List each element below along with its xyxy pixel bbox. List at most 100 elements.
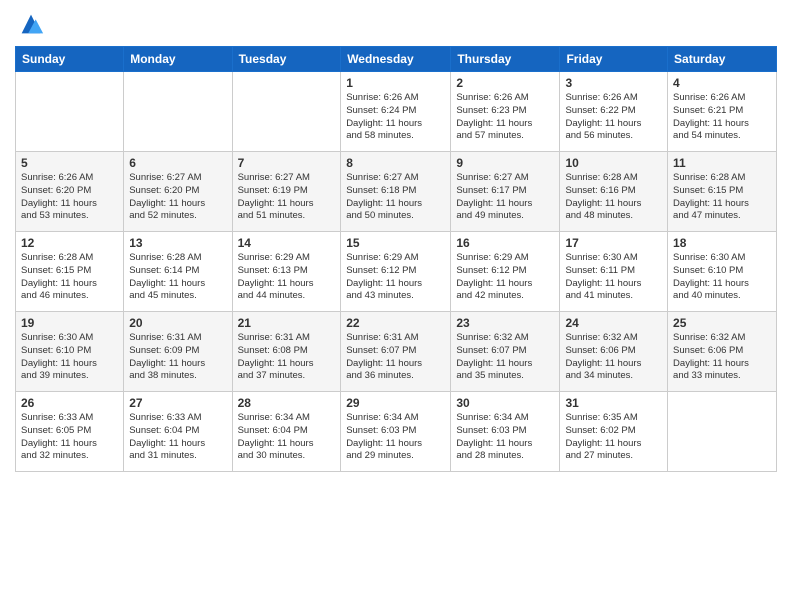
day-number: 1	[346, 76, 445, 90]
calendar-header-row: SundayMondayTuesdayWednesdayThursdayFrid…	[16, 47, 777, 72]
calendar-cell: 28 Sunrise: 6:34 AM Sunset: 6:04 PM Dayli…	[232, 392, 341, 472]
day-info: Sunrise: 6:28 AM Sunset: 6:15 PM Dayligh…	[21, 252, 118, 303]
calendar-header-tuesday: Tuesday	[232, 47, 341, 72]
day-info: Sunrise: 6:32 AM Sunset: 6:06 PM Dayligh…	[673, 332, 771, 383]
day-info: Sunrise: 6:28 AM Sunset: 6:15 PM Dayligh…	[673, 172, 771, 223]
day-number: 25	[673, 316, 771, 330]
day-info: Sunrise: 6:28 AM Sunset: 6:14 PM Dayligh…	[129, 252, 226, 303]
day-info: Sunrise: 6:27 AM Sunset: 6:20 PM Dayligh…	[129, 172, 226, 223]
calendar-cell: 24 Sunrise: 6:32 AM Sunset: 6:06 PM Dayli…	[560, 312, 668, 392]
day-number: 2	[456, 76, 554, 90]
calendar-cell: 11 Sunrise: 6:28 AM Sunset: 6:15 PM Dayli…	[668, 152, 777, 232]
calendar-header-wednesday: Wednesday	[341, 47, 451, 72]
calendar-header-friday: Friday	[560, 47, 668, 72]
calendar-table: SundayMondayTuesdayWednesdayThursdayFrid…	[15, 46, 777, 472]
calendar-week-row: 12 Sunrise: 6:28 AM Sunset: 6:15 PM Dayli…	[16, 232, 777, 312]
day-info: Sunrise: 6:27 AM Sunset: 6:17 PM Dayligh…	[456, 172, 554, 223]
day-info: Sunrise: 6:30 AM Sunset: 6:10 PM Dayligh…	[21, 332, 118, 383]
calendar-cell: 2 Sunrise: 6:26 AM Sunset: 6:23 PM Daylig…	[451, 72, 560, 152]
calendar-cell: 23Sunrise: 6:32 AM Sunset: 6:07 PM Dayli…	[451, 312, 560, 392]
day-info: Sunrise: 6:33 AM Sunset: 6:05 PM Dayligh…	[21, 412, 118, 463]
day-number: 24	[565, 316, 662, 330]
day-number: 17	[565, 236, 662, 250]
calendar-header-sunday: Sunday	[16, 47, 124, 72]
day-number: 14	[238, 236, 336, 250]
calendar-cell: 15 Sunrise: 6:29 AM Sunset: 6:12 PM Dayli…	[341, 232, 451, 312]
calendar-week-row: 26Sunrise: 6:33 AM Sunset: 6:05 PM Dayli…	[16, 392, 777, 472]
calendar-week-row: 19Sunrise: 6:30 AM Sunset: 6:10 PM Dayli…	[16, 312, 777, 392]
day-number: 7	[238, 156, 336, 170]
day-number: 23	[456, 316, 554, 330]
calendar-cell: 7 Sunrise: 6:27 AM Sunset: 6:19 PM Daylig…	[232, 152, 341, 232]
day-number: 28	[238, 396, 336, 410]
day-number: 6	[129, 156, 226, 170]
day-info: Sunrise: 6:27 AM Sunset: 6:18 PM Dayligh…	[346, 172, 445, 223]
day-number: 20	[129, 316, 226, 330]
calendar-cell: 31Sunrise: 6:35 AM Sunset: 6:02 PM Dayli…	[560, 392, 668, 472]
day-number: 4	[673, 76, 771, 90]
day-info: Sunrise: 6:29 AM Sunset: 6:12 PM Dayligh…	[456, 252, 554, 303]
calendar-cell: 20 Sunrise: 6:31 AM Sunset: 6:09 PM Dayli…	[124, 312, 232, 392]
calendar-header-saturday: Saturday	[668, 47, 777, 72]
day-info: Sunrise: 6:32 AM Sunset: 6:06 PM Dayligh…	[565, 332, 662, 383]
calendar-cell: 9 Sunrise: 6:27 AM Sunset: 6:17 PM Daylig…	[451, 152, 560, 232]
calendar-cell: 16Sunrise: 6:29 AM Sunset: 6:12 PM Dayli…	[451, 232, 560, 312]
day-info: Sunrise: 6:30 AM Sunset: 6:11 PM Dayligh…	[565, 252, 662, 303]
calendar-cell: 4 Sunrise: 6:26 AM Sunset: 6:21 PM Daylig…	[668, 72, 777, 152]
day-info: Sunrise: 6:34 AM Sunset: 6:04 PM Dayligh…	[238, 412, 336, 463]
day-number: 29	[346, 396, 445, 410]
day-info: Sunrise: 6:34 AM Sunset: 6:03 PM Dayligh…	[346, 412, 445, 463]
day-number: 27	[129, 396, 226, 410]
day-info: Sunrise: 6:29 AM Sunset: 6:13 PM Dayligh…	[238, 252, 336, 303]
day-number: 3	[565, 76, 662, 90]
calendar-cell: 8 Sunrise: 6:27 AM Sunset: 6:18 PM Daylig…	[341, 152, 451, 232]
page: SundayMondayTuesdayWednesdayThursdayFrid…	[0, 0, 792, 612]
day-number: 22	[346, 316, 445, 330]
calendar-cell: 18Sunrise: 6:30 AM Sunset: 6:10 PM Dayli…	[668, 232, 777, 312]
calendar-week-row: 1 Sunrise: 6:26 AM Sunset: 6:24 PM Daylig…	[16, 72, 777, 152]
calendar-cell: 27Sunrise: 6:33 AM Sunset: 6:04 PM Dayli…	[124, 392, 232, 472]
day-number: 30	[456, 396, 554, 410]
day-info: Sunrise: 6:27 AM Sunset: 6:19 PM Dayligh…	[238, 172, 336, 223]
day-number: 18	[673, 236, 771, 250]
day-number: 15	[346, 236, 445, 250]
header	[15, 10, 777, 38]
day-number: 21	[238, 316, 336, 330]
day-info: Sunrise: 6:28 AM Sunset: 6:16 PM Dayligh…	[565, 172, 662, 223]
day-info: Sunrise: 6:31 AM Sunset: 6:09 PM Dayligh…	[129, 332, 226, 383]
day-number: 12	[21, 236, 118, 250]
day-info: Sunrise: 6:29 AM Sunset: 6:12 PM Dayligh…	[346, 252, 445, 303]
day-info: Sunrise: 6:26 AM Sunset: 6:22 PM Dayligh…	[565, 92, 662, 143]
calendar-cell: 25 Sunrise: 6:32 AM Sunset: 6:06 PM Dayli…	[668, 312, 777, 392]
calendar-cell: 10 Sunrise: 6:28 AM Sunset: 6:16 PM Dayli…	[560, 152, 668, 232]
calendar-cell: 5 Sunrise: 6:26 AM Sunset: 6:20 PM Daylig…	[16, 152, 124, 232]
day-info: Sunrise: 6:26 AM Sunset: 6:21 PM Dayligh…	[673, 92, 771, 143]
day-info: Sunrise: 6:26 AM Sunset: 6:24 PM Dayligh…	[346, 92, 445, 143]
calendar-cell	[232, 72, 341, 152]
calendar-week-row: 5 Sunrise: 6:26 AM Sunset: 6:20 PM Daylig…	[16, 152, 777, 232]
logo-icon	[17, 10, 45, 38]
calendar-cell: 21Sunrise: 6:31 AM Sunset: 6:08 PM Dayli…	[232, 312, 341, 392]
calendar-cell: 1 Sunrise: 6:26 AM Sunset: 6:24 PM Daylig…	[341, 72, 451, 152]
day-number: 11	[673, 156, 771, 170]
calendar-cell: 30Sunrise: 6:34 AM Sunset: 6:03 PM Dayli…	[451, 392, 560, 472]
day-info: Sunrise: 6:26 AM Sunset: 6:23 PM Dayligh…	[456, 92, 554, 143]
calendar-cell: 19Sunrise: 6:30 AM Sunset: 6:10 PM Dayli…	[16, 312, 124, 392]
calendar-cell: 14 Sunrise: 6:29 AM Sunset: 6:13 PM Dayli…	[232, 232, 341, 312]
calendar-cell	[16, 72, 124, 152]
day-info: Sunrise: 6:31 AM Sunset: 6:07 PM Dayligh…	[346, 332, 445, 383]
calendar-cell: 29 Sunrise: 6:34 AM Sunset: 6:03 PM Dayli…	[341, 392, 451, 472]
calendar-cell: 26Sunrise: 6:33 AM Sunset: 6:05 PM Dayli…	[16, 392, 124, 472]
calendar-cell	[124, 72, 232, 152]
day-number: 9	[456, 156, 554, 170]
day-number: 10	[565, 156, 662, 170]
calendar-header-thursday: Thursday	[451, 47, 560, 72]
calendar-cell: 17 Sunrise: 6:30 AM Sunset: 6:11 PM Dayli…	[560, 232, 668, 312]
calendar-cell: 6 Sunrise: 6:27 AM Sunset: 6:20 PM Daylig…	[124, 152, 232, 232]
calendar-header-monday: Monday	[124, 47, 232, 72]
day-number: 5	[21, 156, 118, 170]
day-info: Sunrise: 6:26 AM Sunset: 6:20 PM Dayligh…	[21, 172, 118, 223]
day-number: 13	[129, 236, 226, 250]
calendar-cell	[668, 392, 777, 472]
day-number: 8	[346, 156, 445, 170]
